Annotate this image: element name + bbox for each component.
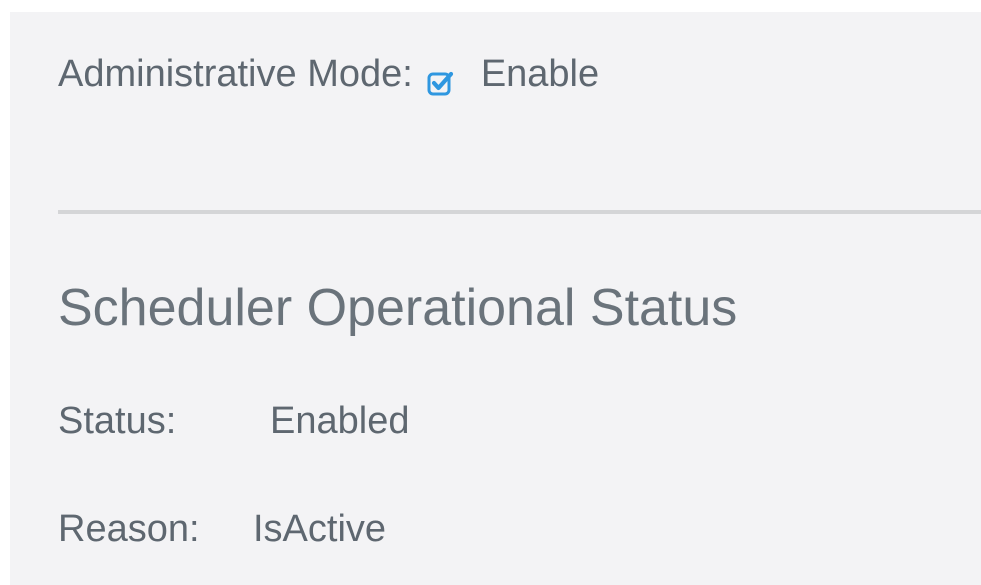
scheduler-panel: Administrative Mode: Enable Scheduler Op… <box>10 12 981 585</box>
enable-checkbox[interactable] <box>427 61 455 96</box>
administrative-mode-row: Administrative Mode: Enable <box>58 50 599 98</box>
reason-row: Reason: IsActive <box>58 505 386 553</box>
reason-label: Reason: <box>58 508 200 550</box>
status-row: Status: Enabled <box>58 397 409 445</box>
checkbox-check-icon <box>427 71 453 96</box>
status-label: Status: <box>58 400 177 442</box>
reason-value: IsActive <box>253 508 387 550</box>
section-divider <box>58 210 981 214</box>
status-value: Enabled <box>270 400 410 442</box>
enable-option-label[interactable]: Enable <box>481 50 599 98</box>
section-title: Scheduler Operational Status <box>58 279 738 337</box>
administrative-mode-label: Administrative Mode: <box>58 53 413 95</box>
